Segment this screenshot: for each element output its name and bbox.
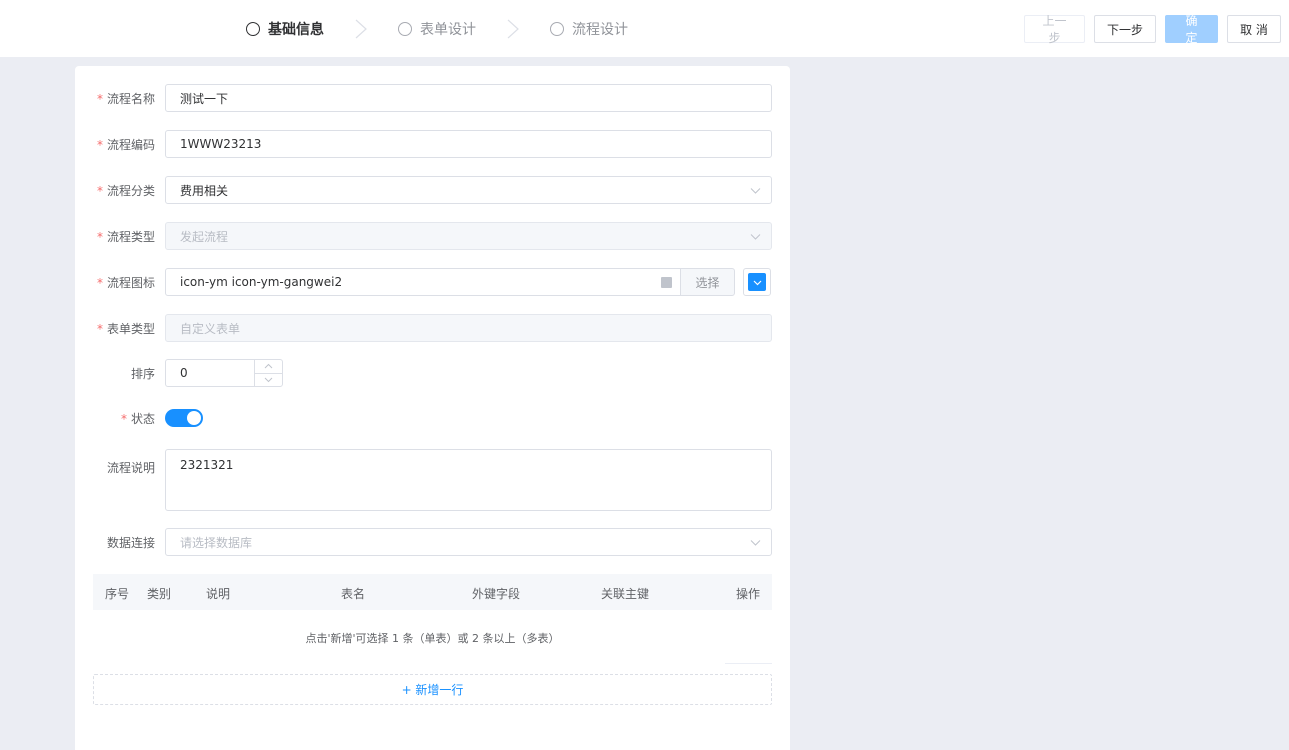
add-row-button[interactable]: + 新增一行 (93, 674, 772, 705)
chevron-up-icon (264, 364, 273, 369)
clear-icon[interactable] (661, 277, 672, 288)
name-label: 流程名称 (106, 91, 155, 106)
step-form-design[interactable]: 表单设计 (398, 19, 476, 39)
divider (725, 663, 772, 664)
table-empty-text: 点击'新增'可选择 1 条（单表）或 2 条以上（多表） (305, 632, 560, 645)
form-panel: * 流程名称 测试一下 * 流程编码 1WWW23213 * 流程分类 费用相关 * 流… (75, 66, 790, 750)
action-buttons: 上一步 下一步 确 定 取 消 (1024, 14, 1281, 45)
icon-value: icon-ym icon-ym-gangwei2 (180, 275, 343, 289)
name-row: * 流程名称 测试一下 (75, 84, 790, 112)
column-header: 操作 (736, 587, 761, 601)
type-row: * 流程类型 发起流程 (75, 222, 790, 250)
required-mark: * (96, 321, 103, 336)
required-mark: * (120, 411, 127, 426)
step-basic-info[interactable]: 基础信息 (246, 19, 324, 39)
code-row: * 流程编码 1WWW23213 (75, 130, 790, 158)
form-type-placeholder: 自定义表单 (180, 321, 241, 336)
name-input[interactable]: 测试一下 (165, 84, 772, 112)
required-mark: * (96, 91, 103, 106)
column-header: 类别 (147, 587, 172, 601)
chevron-down-icon (753, 280, 761, 285)
description-row: 流程说明 2321321 (75, 449, 790, 511)
next-step-button[interactable]: 下一步 (1094, 15, 1156, 43)
decrease-button[interactable] (255, 374, 282, 387)
chevron-right-icon (344, 19, 378, 39)
required-mark: * (96, 229, 103, 244)
column-header: 关联主键 (601, 587, 650, 601)
code-label: 流程编码 (106, 137, 155, 152)
type-label: 流程类型 (106, 229, 155, 244)
code-input[interactable]: 1WWW23213 (165, 130, 772, 158)
code-value: 1WWW23213 (180, 137, 262, 151)
color-picker[interactable] (743, 268, 771, 296)
type-placeholder: 发起流程 (180, 229, 229, 244)
top-bar: 基础信息 表单设计 流程设计 上一步 下一步 确 定 取 消 (0, 0, 1289, 57)
icon-row: * 流程图标 icon-ym icon-ym-gangwei2 选择 (75, 268, 790, 296)
chevron-right-icon (496, 19, 530, 39)
increase-button[interactable] (255, 360, 282, 374)
step-label: 基础信息 (268, 21, 324, 38)
category-label: 流程分类 (106, 183, 155, 198)
name-value: 测试一下 (180, 91, 229, 106)
type-select: 发起流程 (165, 222, 772, 250)
icon-input[interactable]: icon-ym icon-ym-gangwei2 (165, 268, 681, 296)
table-header: 序号 类别 说明 表名 外键字段 关联主键 操作 (93, 574, 772, 610)
status-label: 状态 (130, 411, 155, 426)
form-type-row: * 表单类型 自定义表单 (75, 314, 790, 342)
category-row: * 流程分类 费用相关 (75, 176, 790, 204)
chevron-down-icon (750, 188, 761, 194)
column-header: 说明 (206, 587, 231, 601)
prev-step-button[interactable]: 上一步 (1024, 14, 1085, 45)
column-header: 序号 (105, 587, 130, 601)
description-label: 流程说明 (106, 461, 155, 475)
step-label: 流程设计 (572, 21, 628, 38)
column-header: 外键字段 (472, 587, 521, 601)
icon-label: 流程图标 (106, 275, 155, 290)
color-swatch (748, 273, 766, 291)
chevron-down-icon (264, 377, 273, 382)
required-mark: * (96, 275, 103, 290)
category-select[interactable]: 费用相关 (165, 176, 772, 204)
column-header: 表名 (341, 587, 366, 601)
confirm-button[interactable]: 确 定 (1165, 14, 1218, 45)
chevron-down-icon (750, 234, 761, 240)
form-type-input: 自定义表单 (165, 314, 772, 342)
required-mark: * (96, 137, 103, 152)
step-circle-icon (398, 21, 412, 36)
chevron-down-icon (750, 540, 761, 546)
step-circle-icon (550, 21, 564, 36)
db-label: 数据连接 (106, 535, 155, 550)
db-placeholder: 请选择数据库 (180, 535, 253, 550)
required-mark: * (96, 183, 103, 198)
db-select[interactable]: 请选择数据库 (165, 528, 772, 556)
step-flow-design[interactable]: 流程设计 (550, 19, 628, 39)
step-circle-icon (246, 21, 260, 36)
db-row: 数据连接 请选择数据库 (75, 528, 790, 556)
status-toggle[interactable] (165, 409, 203, 427)
category-value: 费用相关 (180, 183, 229, 198)
sort-stepper[interactable]: 0 (165, 359, 283, 387)
sort-value: 0 (180, 366, 188, 380)
icon-select-button[interactable]: 选择 (680, 268, 735, 296)
status-row: * 状态 (75, 409, 790, 427)
step-label: 表单设计 (420, 21, 476, 38)
sort-label: 排序 (130, 366, 155, 381)
steps-bar: 基础信息 表单设计 流程设计 (246, 0, 628, 57)
description-textarea[interactable]: 2321321 (165, 449, 772, 511)
form-type-label: 表单类型 (106, 321, 155, 336)
cancel-button[interactable]: 取 消 (1227, 15, 1281, 43)
sort-row: 排序 0 (75, 359, 790, 387)
